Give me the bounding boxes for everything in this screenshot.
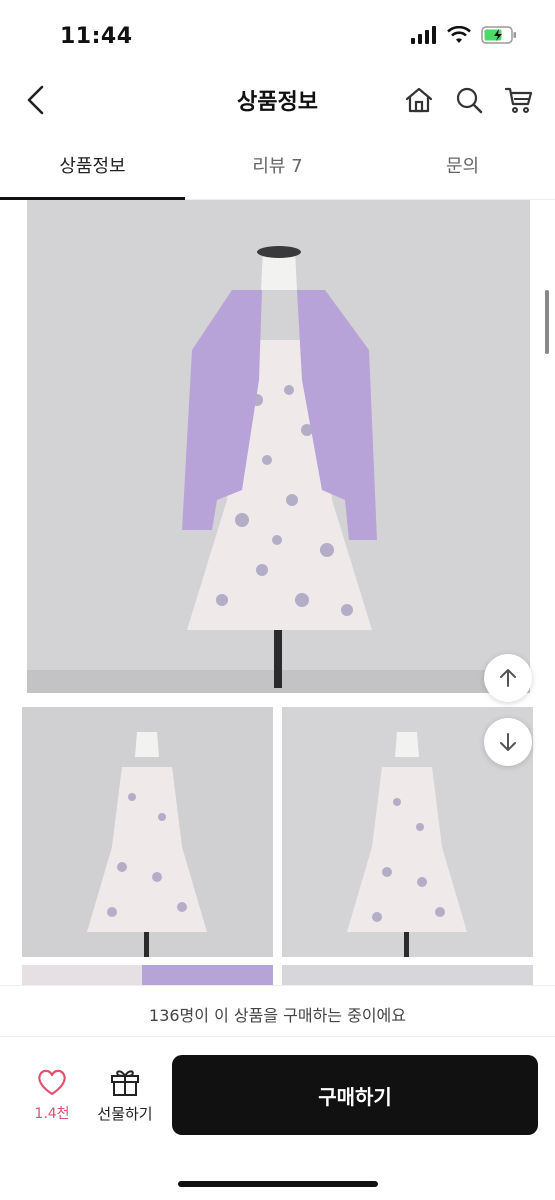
buy-button[interactable]: 구매하기	[172, 1055, 538, 1135]
bottom-action-bar: 1.4천 선물하기 구매하기	[0, 1037, 555, 1200]
battery-icon	[481, 26, 516, 44]
scrollbar[interactable]	[545, 290, 549, 354]
arrow-down-icon	[500, 733, 516, 751]
cart-button[interactable]	[501, 82, 537, 118]
search-icon	[456, 87, 483, 114]
scroll-bottom-button[interactable]	[484, 718, 532, 766]
cart-icon	[504, 87, 533, 113]
gift-icon	[111, 1070, 139, 1096]
fabric-detail-image	[22, 965, 273, 985]
nav-actions	[401, 82, 537, 118]
mannequin-cardigan-dress-image	[27, 200, 530, 693]
search-button[interactable]	[451, 82, 487, 118]
wifi-icon	[447, 26, 471, 43]
mannequin-dress-front-image	[22, 707, 273, 957]
status-icons	[411, 26, 517, 44]
tab-bar: 상품정보 리뷰 7 문의	[0, 130, 555, 200]
gift-label: 선물하기	[97, 1105, 153, 1123]
purchasing-notice: 136명이 이 상품을 구매하는 중이에요	[0, 985, 555, 1037]
signal-icon	[411, 26, 436, 44]
status-time: 11:44	[60, 24, 133, 49]
product-photo-front	[22, 707, 273, 957]
tab-reviews[interactable]: 리뷰 7	[185, 130, 370, 199]
tab-inquiry[interactable]: 문의	[370, 130, 555, 199]
product-photo-main	[27, 200, 530, 693]
home-button[interactable]	[401, 82, 437, 118]
gift-button[interactable]: 선물하기	[92, 1067, 158, 1124]
status-bar: 11:44	[0, 0, 555, 70]
product-photo-detail-1	[22, 965, 273, 985]
scroll-top-button[interactable]	[484, 654, 532, 702]
nav-bar: 상품정보	[0, 70, 555, 130]
arrow-up-icon	[500, 669, 516, 687]
home-icon	[405, 87, 433, 113]
product-detail-content	[0, 200, 555, 985]
fabric-detail-image	[282, 965, 533, 985]
tab-product-info[interactable]: 상품정보	[0, 130, 185, 200]
product-photo-detail-2	[282, 965, 533, 985]
like-count: 1.4천	[34, 1106, 70, 1122]
heart-icon	[38, 1069, 66, 1096]
like-button[interactable]: 1.4천	[24, 1067, 80, 1123]
home-indicator	[178, 1181, 378, 1187]
